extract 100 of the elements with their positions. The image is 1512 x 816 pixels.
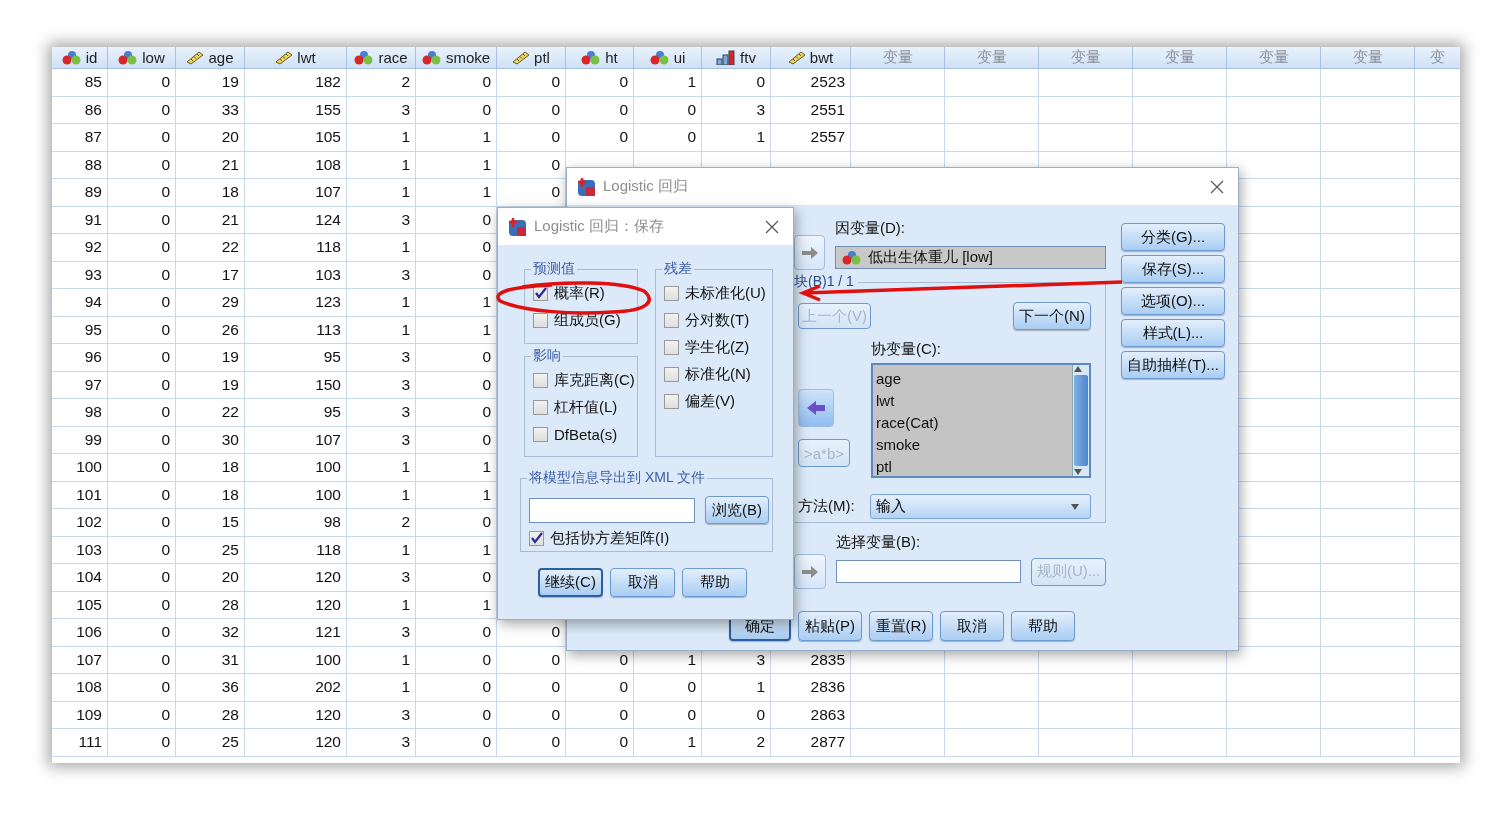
checkbox[interactable]: [533, 399, 548, 415]
xml-file-field[interactable]: [529, 497, 695, 523]
case-number-cell: 106: [52, 619, 108, 647]
side-button[interactable]: 保存(S)...: [1121, 255, 1225, 283]
column-header[interactable]: smoke: [416, 47, 497, 69]
side-button[interactable]: 分类(G)...: [1121, 223, 1225, 251]
column-header[interactable]: lwt: [245, 47, 347, 69]
checkbox[interactable]: [533, 372, 548, 388]
list-item[interactable]: smoke: [876, 434, 1072, 456]
checkbox[interactable]: [664, 285, 679, 301]
table-cell: 123: [245, 289, 347, 317]
nominal-variable-icon: [649, 50, 670, 65]
checkbox-option[interactable]: 概率(R): [533, 282, 637, 304]
column-header[interactable]: id: [52, 47, 108, 69]
checkbox[interactable]: [664, 339, 679, 355]
next-button[interactable]: 下一个(N): [1013, 302, 1091, 330]
move-back-button[interactable]: [798, 389, 834, 427]
table-cell: 0: [108, 69, 176, 97]
table-cell: 0: [416, 69, 497, 97]
dialog-app-icon: [577, 176, 597, 197]
column-header[interactable]: ftv: [702, 47, 771, 69]
dependent-variable-field[interactable]: 低出生体重儿 [low]: [835, 246, 1106, 269]
checkbox-option[interactable]: DfBeta(s): [533, 423, 637, 445]
window-title: Logistic 回归：保存: [534, 217, 666, 236]
window-title: Logistic 回归: [603, 177, 690, 196]
checkbox-option[interactable]: 包括协方差矩阵(I): [529, 527, 772, 549]
close-icon[interactable]: [1210, 179, 1224, 194]
dialog-button[interactable]: 重置(R): [869, 611, 933, 641]
checkbox[interactable]: [529, 530, 544, 546]
checkbox[interactable]: [533, 426, 548, 442]
column-header[interactable]: race: [347, 47, 416, 69]
side-button[interactable]: 自助抽样(T)...: [1121, 351, 1225, 379]
checkbox-option[interactable]: 库克距离(C): [533, 369, 637, 391]
method-dropdown[interactable]: 输入: [870, 494, 1091, 519]
dialog-button[interactable]: 帮助: [1011, 611, 1075, 641]
table-cell: 0: [108, 591, 176, 619]
column-header[interactable]: ht: [566, 47, 634, 69]
scrollbar[interactable]: [1072, 365, 1089, 476]
field-label: 方法(M):: [798, 497, 856, 516]
table-cell: 30: [176, 426, 245, 454]
browse-button[interactable]: 浏览(B): [705, 496, 769, 524]
list-item[interactable]: race(Cat): [876, 412, 1072, 434]
caret-icon: [1070, 502, 1080, 511]
dialog-button[interactable]: 继续(C): [538, 568, 603, 597]
column-header[interactable]: bwt: [771, 47, 851, 69]
checkbox[interactable]: [664, 312, 679, 328]
table-cell: 0: [497, 729, 566, 757]
table-cell: 0: [416, 674, 497, 702]
table-cell: 28: [176, 701, 245, 729]
side-button[interactable]: 样式(L)...: [1121, 319, 1225, 347]
checkbox[interactable]: [664, 393, 679, 409]
checkbox-option[interactable]: 偏差(V): [664, 390, 772, 412]
table-cell: 120: [245, 591, 347, 619]
table-cell: 0: [108, 151, 176, 179]
case-number-cell: 104: [52, 564, 108, 592]
scroll-up-icon[interactable]: [1073, 365, 1083, 373]
list-item[interactable]: lwt: [876, 390, 1072, 412]
scroll-down-icon[interactable]: [1073, 468, 1083, 476]
table-cell: 0: [108, 674, 176, 702]
nominal-variable-icon: [118, 50, 139, 65]
table-cell: 2: [347, 509, 416, 537]
column-header[interactable]: age: [176, 47, 245, 69]
covariates-list[interactable]: age lwt race(Cat) smoke ptl: [871, 363, 1091, 478]
selection-variable-field[interactable]: [835, 560, 1022, 583]
dialog-button[interactable]: 粘贴(P): [798, 611, 862, 641]
case-number-cell: 95: [52, 316, 108, 344]
checkbox-option[interactable]: 分对数(T): [664, 309, 772, 331]
table-cell: 124: [245, 206, 347, 234]
table-cell: 1: [347, 536, 416, 564]
table-cell: 0: [108, 261, 176, 289]
move-button[interactable]: [794, 554, 826, 589]
table-cell: 0: [108, 206, 176, 234]
checkbox[interactable]: [664, 366, 679, 382]
table-cell: 25: [176, 729, 245, 757]
list-item[interactable]: age: [876, 368, 1072, 390]
checkbox-option[interactable]: 标准化(N): [664, 363, 772, 385]
table-cell: 1: [347, 124, 416, 152]
column-header[interactable]: low: [108, 47, 176, 69]
table-cell: 19: [176, 69, 245, 97]
table-cell: 0: [702, 701, 771, 729]
table-cell: 0: [108, 536, 176, 564]
dialog-button[interactable]: 取消: [610, 568, 675, 597]
dialog-button[interactable]: 取消: [940, 611, 1004, 641]
table-cell: 29: [176, 289, 245, 317]
nominal-variable-icon: [421, 50, 442, 65]
checkbox-option[interactable]: 未标准化(U): [664, 282, 772, 304]
table-cell: 0: [108, 454, 176, 482]
move-button[interactable]: [794, 235, 825, 270]
checkbox-option[interactable]: 杠杆值(L): [533, 396, 637, 418]
table-cell: 0: [634, 124, 702, 152]
column-header[interactable]: ui: [634, 47, 702, 69]
table-cell: 0: [108, 426, 176, 454]
checkbox-option[interactable]: 学生化(Z): [664, 336, 772, 358]
side-button[interactable]: 选项(O)...: [1121, 287, 1225, 315]
list-item[interactable]: ptl: [876, 456, 1072, 478]
dialog-button[interactable]: 帮助: [682, 568, 747, 597]
checkbox[interactable]: [533, 312, 548, 328]
close-icon[interactable]: [765, 219, 779, 234]
column-header[interactable]: ptl: [497, 47, 566, 69]
table-cell: 19: [176, 344, 245, 372]
